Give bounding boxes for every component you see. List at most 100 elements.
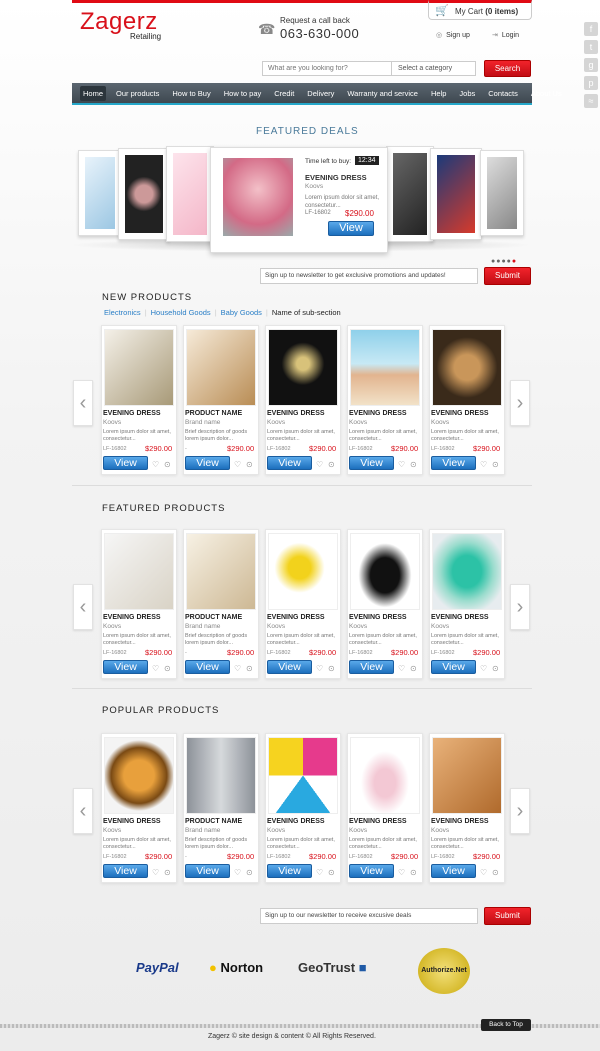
logo[interactable]: Zagerz Retailing [80, 10, 161, 42]
nav-warranty[interactable]: Warranty and service [344, 86, 421, 101]
compare-icon[interactable]: ⊙ [328, 664, 335, 673]
view-button[interactable]: View [185, 456, 230, 470]
deal-view-button[interactable]: View [328, 221, 374, 236]
heart-icon[interactable]: ♡ [152, 460, 159, 469]
heart-icon[interactable]: ♡ [398, 460, 405, 469]
heart-icon[interactable]: ♡ [398, 664, 405, 673]
login-link[interactable]: ⇥ Login [492, 31, 519, 39]
popular-next-arrow[interactable]: › [510, 788, 530, 834]
nav-our-products[interactable]: Our products [113, 86, 162, 101]
compare-icon[interactable]: ⊙ [410, 460, 417, 469]
product-card[interactable]: EVENING DRESS Koovs Lorem ipsum dolor si… [265, 325, 341, 475]
twitter-icon[interactable]: t [584, 40, 598, 54]
product-card[interactable]: EVENING DRESS Koovs Lorem ipsum dolor si… [429, 733, 505, 883]
heart-icon[interactable]: ♡ [152, 868, 159, 877]
view-button[interactable]: View [103, 660, 148, 674]
compare-icon[interactable]: ⊙ [410, 664, 417, 673]
product-card[interactable]: EVENING DRESS Koovs Lorem ipsum dolor si… [429, 325, 505, 475]
heart-icon[interactable]: ♡ [398, 868, 405, 877]
compare-icon[interactable]: ⊙ [246, 664, 253, 673]
nav-jobs[interactable]: Jobs [456, 86, 478, 101]
heart-icon[interactable]: ♡ [316, 460, 323, 469]
product-card[interactable]: EVENING DRESS Koovs Lorem ipsum dolor si… [347, 733, 423, 883]
view-button[interactable]: View [267, 660, 312, 674]
google-plus-icon[interactable]: g [584, 58, 598, 72]
product-card[interactable]: EVENING DRESS Koovs Lorem ipsum dolor si… [347, 529, 423, 679]
search-input[interactable] [262, 61, 392, 76]
nav-about-us[interactable]: About Us [528, 86, 565, 101]
compare-icon[interactable]: ⊙ [164, 868, 171, 877]
deal-tile-brooch[interactable] [118, 148, 170, 240]
view-button[interactable]: View [431, 660, 476, 674]
view-button[interactable]: View [431, 864, 476, 878]
product-card[interactable]: EVENING DRESS Koovs Lorem ipsum dolor si… [265, 733, 341, 883]
nav-home[interactable]: Home [80, 85, 107, 101]
compare-icon[interactable]: ⊙ [246, 460, 253, 469]
product-card[interactable]: EVENING DRESS Koovs Lorem ipsum dolor si… [347, 325, 423, 475]
rss-icon[interactable]: ≈ [584, 94, 598, 108]
category-select[interactable]: Select a category [392, 61, 476, 76]
featured-prev-arrow[interactable]: ‹ [73, 584, 93, 630]
product-card[interactable]: PRODUCT NAME Brand name Brief descriptio… [183, 325, 259, 475]
heart-icon[interactable]: ♡ [316, 868, 323, 877]
nav-how-to-pay[interactable]: How to pay [221, 86, 265, 101]
compare-icon[interactable]: ⊙ [492, 868, 499, 877]
view-button[interactable]: View [267, 456, 312, 470]
featured-deal-card[interactable]: Time left to buy: 12:34 EVENING DRESS Ko… [210, 147, 388, 253]
deal-tile-fridge[interactable] [480, 150, 524, 236]
featured-next-arrow[interactable]: › [510, 584, 530, 630]
popular-prev-arrow[interactable]: ‹ [73, 788, 93, 834]
nav-contacts[interactable]: Contacts [485, 86, 521, 101]
heart-icon[interactable]: ♡ [480, 664, 487, 673]
newsletter-top-submit[interactable]: Submit [484, 267, 531, 285]
newsletter-bottom-submit[interactable]: Submit [484, 907, 531, 925]
view-button[interactable]: View [349, 660, 394, 674]
search-button[interactable]: Search [484, 60, 531, 77]
view-button[interactable]: View [349, 864, 394, 878]
product-card[interactable]: PRODUCT NAME Brand name Brief descriptio… [183, 733, 259, 883]
heart-icon[interactable]: ♡ [480, 460, 487, 469]
product-card[interactable]: EVENING DRESS Koovs Lorem ipsum dolor si… [101, 529, 177, 679]
heart-icon[interactable]: ♡ [316, 664, 323, 673]
facebook-icon[interactable]: f [584, 22, 598, 36]
product-card[interactable]: EVENING DRESS Koovs Lorem ipsum dolor si… [429, 529, 505, 679]
carousel-dots[interactable]: ●●●●● [491, 258, 517, 265]
compare-icon[interactable]: ⊙ [328, 868, 335, 877]
deal-tile-game[interactable] [430, 148, 482, 240]
tab-current[interactable]: Name of sub-section [272, 308, 341, 317]
heart-icon[interactable]: ♡ [234, 664, 241, 673]
heart-icon[interactable]: ♡ [480, 868, 487, 877]
signup-link[interactable]: ◎ Sign up [436, 31, 470, 39]
compare-icon[interactable]: ⊙ [328, 460, 335, 469]
deal-tile-baby-clothes[interactable] [166, 146, 214, 242]
view-button[interactable]: View [431, 456, 476, 470]
view-button[interactable]: View [103, 864, 148, 878]
view-button[interactable]: View [267, 864, 312, 878]
compare-icon[interactable]: ⊙ [164, 664, 171, 673]
tab-household-goods[interactable]: Household Goods [151, 308, 211, 317]
view-button[interactable]: View [349, 456, 394, 470]
tab-electronics[interactable]: Electronics [104, 308, 141, 317]
product-card[interactable]: EVENING DRESS Koovs Lorem ipsum dolor si… [101, 733, 177, 883]
new-prev-arrow[interactable]: ‹ [73, 380, 93, 426]
deal-tile-diapers[interactable] [78, 150, 122, 236]
product-card[interactable]: EVENING DRESS Koovs Lorem ipsum dolor si… [101, 325, 177, 475]
compare-icon[interactable]: ⊙ [164, 460, 171, 469]
nav-delivery[interactable]: Delivery [304, 86, 337, 101]
compare-icon[interactable]: ⊙ [410, 868, 417, 877]
new-next-arrow[interactable]: › [510, 380, 530, 426]
compare-icon[interactable]: ⊙ [246, 868, 253, 877]
nav-help[interactable]: Help [428, 86, 449, 101]
compare-icon[interactable]: ⊙ [492, 460, 499, 469]
heart-icon[interactable]: ♡ [234, 460, 241, 469]
nav-how-to-buy[interactable]: How to Buy [169, 86, 213, 101]
view-button[interactable]: View [103, 456, 148, 470]
newsletter-bottom-input[interactable]: Sign up to our newsletter to receive exc… [260, 908, 478, 924]
heart-icon[interactable]: ♡ [234, 868, 241, 877]
tab-baby-goods[interactable]: Baby Goods [221, 308, 262, 317]
nav-credit[interactable]: Credit [271, 86, 297, 101]
newsletter-top-input[interactable]: Sign up to newsletter to get exclusive p… [260, 268, 478, 284]
deal-tile-suit[interactable] [386, 146, 434, 242]
view-button[interactable]: View [185, 864, 230, 878]
back-to-top-button[interactable]: Back to Top [481, 1019, 531, 1031]
